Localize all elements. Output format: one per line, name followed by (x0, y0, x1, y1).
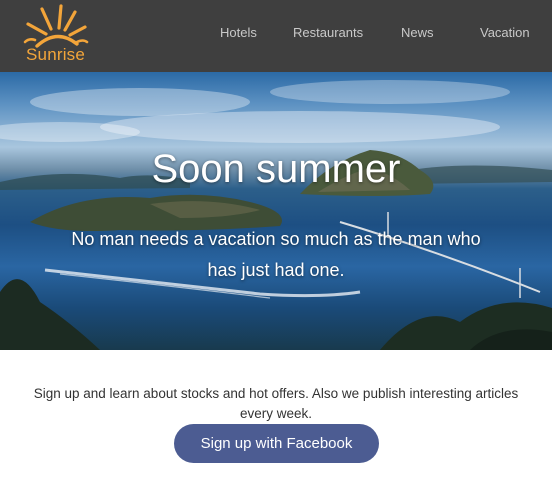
nav-item-vacation[interactable]: Vacation (480, 25, 530, 40)
hero-banner: Soon summer No man needs a vacation so m… (0, 72, 552, 350)
signup-facebook-button[interactable]: Sign up with Facebook (174, 424, 379, 463)
top-navigation-bar: Sunrise Hotels Restaurants News Vacation (0, 0, 552, 72)
hero-title: Soon summer (151, 147, 401, 191)
brand-name: Sunrise (26, 45, 86, 64)
nav-item-news[interactable]: News (401, 25, 434, 40)
hero-quote: No man needs a vacation so much as the m… (71, 229, 481, 280)
sun-icon (23, 4, 89, 48)
hero-background-image (0, 80, 552, 350)
nav-item-restaurants[interactable]: Restaurants (293, 25, 363, 40)
signup-description: Sign up and learn about stocks and hot o… (33, 385, 519, 421)
brand-logo[interactable]: Sunrise (17, 2, 89, 70)
nav-item-hotels[interactable]: Hotels (220, 25, 257, 40)
